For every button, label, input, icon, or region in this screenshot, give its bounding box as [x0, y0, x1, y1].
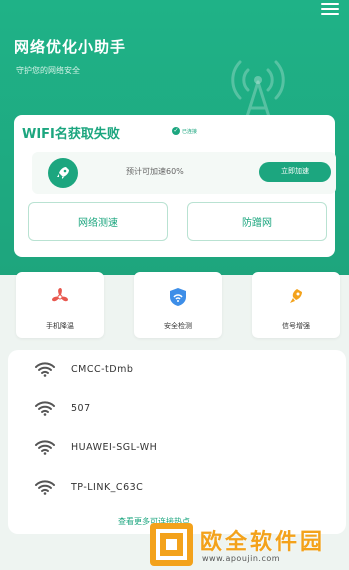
- tool-label: 信号增强: [282, 322, 310, 330]
- watermark: 欧全软件园 www.apoujin.com: [150, 522, 345, 568]
- tool-signal-boost[interactable]: 信号增强: [252, 272, 340, 338]
- wifi-status-card: WIFI名获取失败 ✓ 已连接 预计可加速60% 立即加速 网络测速 防蹭网: [14, 115, 336, 257]
- tool-phone-cooling[interactable]: 手机降温: [16, 272, 104, 338]
- wifi-ssid: CMCC-tDmb: [71, 363, 134, 375]
- wifi-list-item[interactable]: 507: [34, 399, 91, 417]
- wifi-ssid: TP-LINK_C63C: [71, 481, 144, 493]
- tool-label: 手机降温: [46, 322, 74, 330]
- accelerate-estimate: 预计可加速60%: [126, 167, 184, 176]
- watermark-logo-icon: [150, 523, 193, 566]
- wifi-list-item[interactable]: CMCC-tDmb: [34, 360, 133, 378]
- status-badge: ✓ 已连接: [172, 127, 197, 135]
- watermark-title: 欧全软件园: [200, 530, 326, 555]
- status-badge-label: 已连接: [182, 128, 198, 135]
- tool-security-check[interactable]: 安全检测: [134, 272, 222, 338]
- menu-icon[interactable]: [321, 3, 339, 17]
- wifi-ssid: HUAWEI-SGL-WH: [71, 441, 158, 453]
- app-title: 网络优化小助手: [14, 38, 127, 56]
- wifi-icon: [35, 440, 55, 455]
- watermark-url: www.apoujin.com: [202, 554, 281, 563]
- wifi-list-item[interactable]: TP-LINK_C63C: [34, 478, 143, 496]
- fan-icon: [44, 283, 76, 311]
- accelerate-panel: 预计可加速60% 立即加速: [32, 152, 336, 194]
- signal-tower-icon: [231, 60, 285, 122]
- tool-grid: 手机降温 安全检测 信号增强: [16, 272, 340, 338]
- wifi-icon: [35, 480, 55, 495]
- check-icon: ✓: [172, 127, 180, 135]
- anti-freeload-button[interactable]: 防蹭网: [187, 202, 327, 241]
- wifi-ssid: 507: [71, 402, 91, 414]
- wifi-icon: [35, 401, 55, 416]
- rocket-icon: [48, 158, 78, 188]
- shield-icon: [162, 283, 194, 311]
- wifi-list-item[interactable]: HUAWEI-SGL-WH: [34, 438, 157, 456]
- signal-icon: [280, 283, 312, 311]
- tool-label: 安全检测: [164, 322, 192, 330]
- app-subtitle: 守护您的网络安全: [16, 66, 80, 75]
- wifi-list: CMCC-tDmb 507 HUAWEI-SGL-WH TP-LINK_C63C…: [8, 350, 346, 534]
- app-header: 网络优化小助手 守护您的网络安全 WIFI名获取失败 ✓ 已连接 预计可加速60…: [0, 0, 349, 275]
- wifi-name-status: WIFI名获取失败: [22, 127, 120, 142]
- accelerate-button[interactable]: 立即加速: [259, 162, 331, 182]
- wifi-icon: [35, 362, 55, 377]
- speed-test-button[interactable]: 网络测速: [28, 202, 168, 241]
